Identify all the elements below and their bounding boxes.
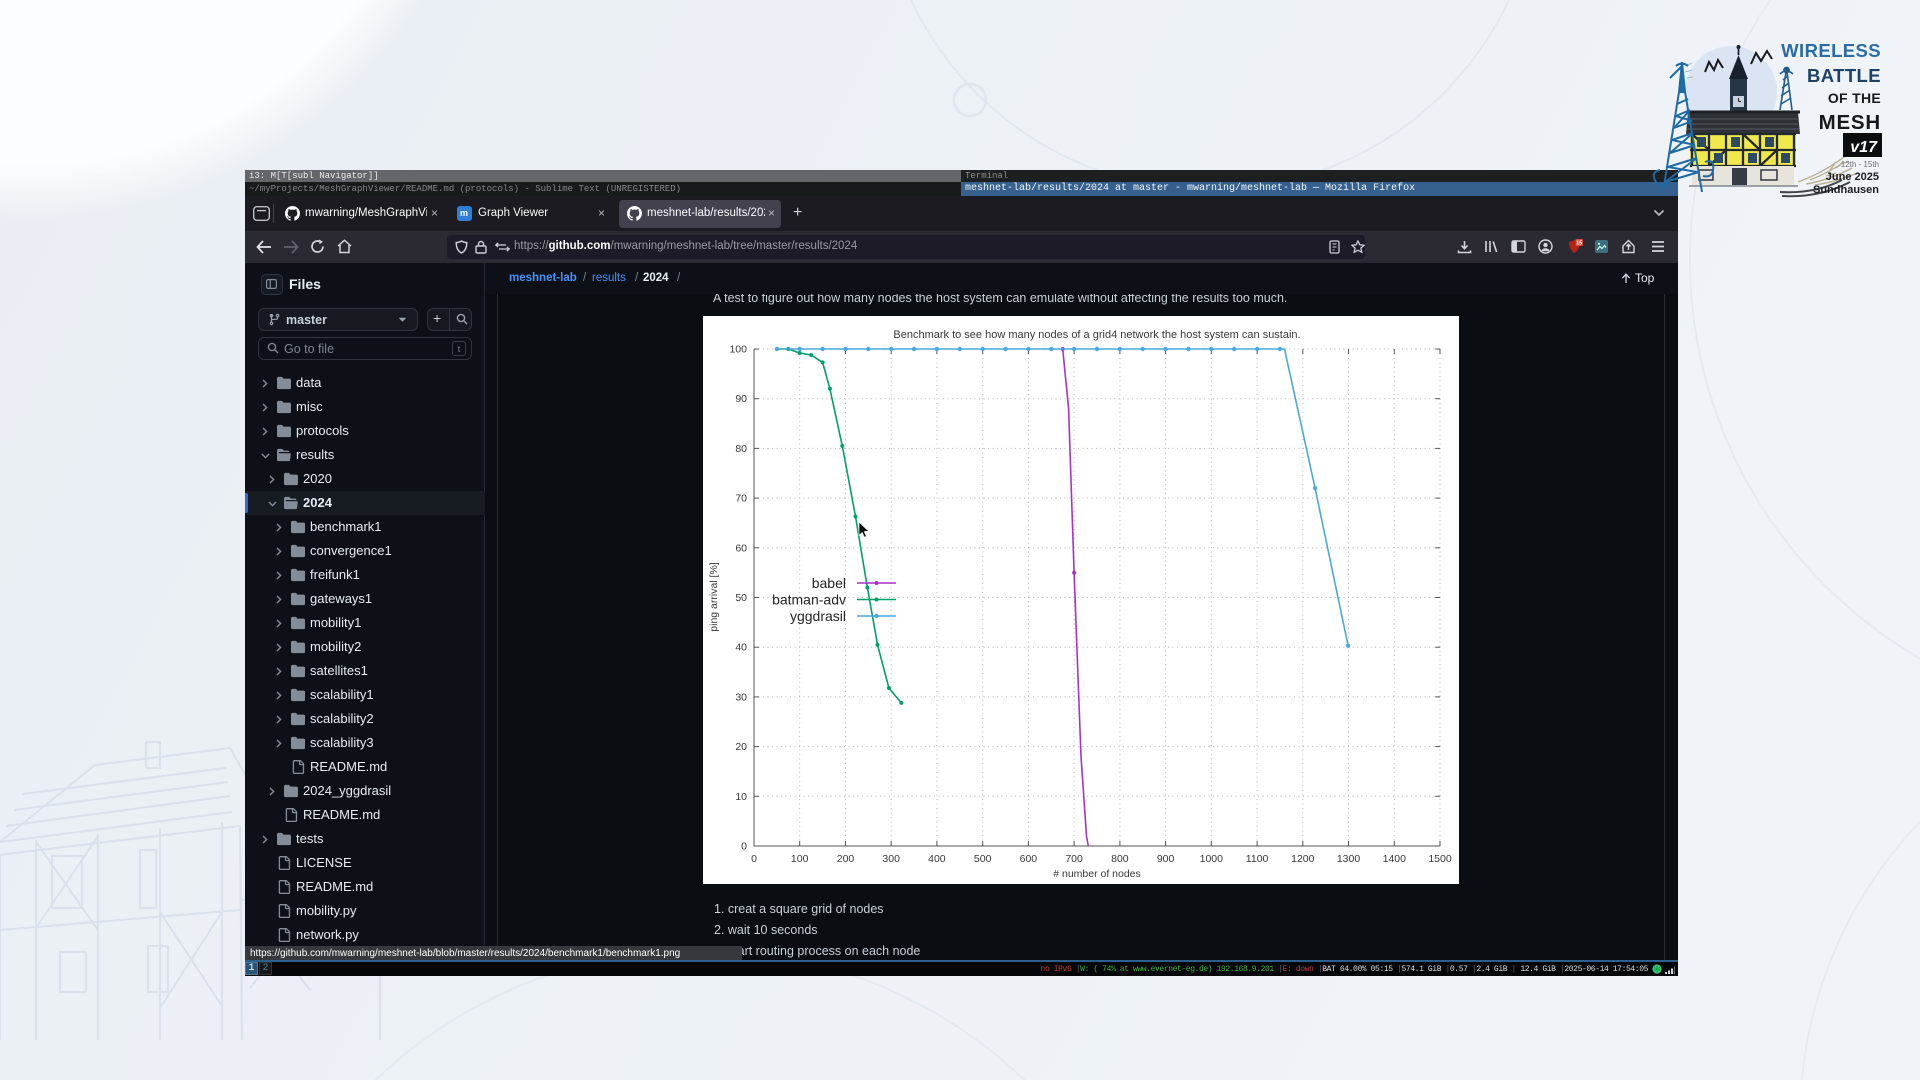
svg-text:40: 40 [735,642,747,654]
svg-text:15: 15 [1576,241,1582,247]
svg-text:500: 500 [974,853,992,865]
svg-text:200: 200 [837,853,855,865]
svg-text:600: 600 [1020,853,1038,865]
svg-text:batman-adv: batman-adv [772,592,846,608]
svg-text:400: 400 [928,853,946,865]
svg-text:0: 0 [751,853,757,865]
svg-text:12th - 15th: 12th - 15th [1841,160,1879,169]
svg-text:300: 300 [882,853,900,865]
svg-text:100: 100 [729,344,747,356]
svg-text:30: 30 [735,691,747,703]
svg-text:700: 700 [1065,853,1083,865]
svg-text:MESH: MESH [1819,111,1881,134]
svg-text:Sundhausen: Sundhausen [1813,184,1879,196]
svg-text:WIRELESS: WIRELESS [1781,40,1881,61]
svg-text:60: 60 [735,542,747,554]
svg-text:# number of nodes: # number of nodes [1053,868,1141,880]
svg-text:70: 70 [735,493,747,505]
svg-text:0: 0 [741,841,747,853]
svg-text:1000: 1000 [1200,853,1224,865]
svg-text:800: 800 [1111,853,1129,865]
svg-text:1300: 1300 [1337,853,1361,865]
svg-text:50: 50 [735,592,747,604]
svg-text:1400: 1400 [1383,853,1407,865]
svg-text:10: 10 [735,791,747,803]
svg-text:80: 80 [735,443,747,455]
svg-text:900: 900 [1157,853,1175,865]
svg-text:1200: 1200 [1291,853,1315,865]
svg-text:Benchmark to see how many node: Benchmark to see how many nodes of a gri… [893,329,1300,341]
svg-text:100: 100 [791,853,809,865]
svg-text:v17: v17 [1850,139,1878,156]
svg-text:ping arrival [%]: ping arrival [%] [708,562,720,632]
svg-text:20: 20 [735,741,747,753]
svg-text:June 2025: June 2025 [1826,171,1879,183]
svg-text:babel: babel [812,575,846,591]
svg-text:1100: 1100 [1246,853,1269,865]
svg-text:1500: 1500 [1428,853,1452,865]
svg-text:yggdrasil: yggdrasil [790,608,846,624]
svg-text:90: 90 [735,393,747,405]
svg-text:BATTLE: BATTLE [1807,65,1881,86]
svg-text:OF THE: OF THE [1828,90,1881,106]
